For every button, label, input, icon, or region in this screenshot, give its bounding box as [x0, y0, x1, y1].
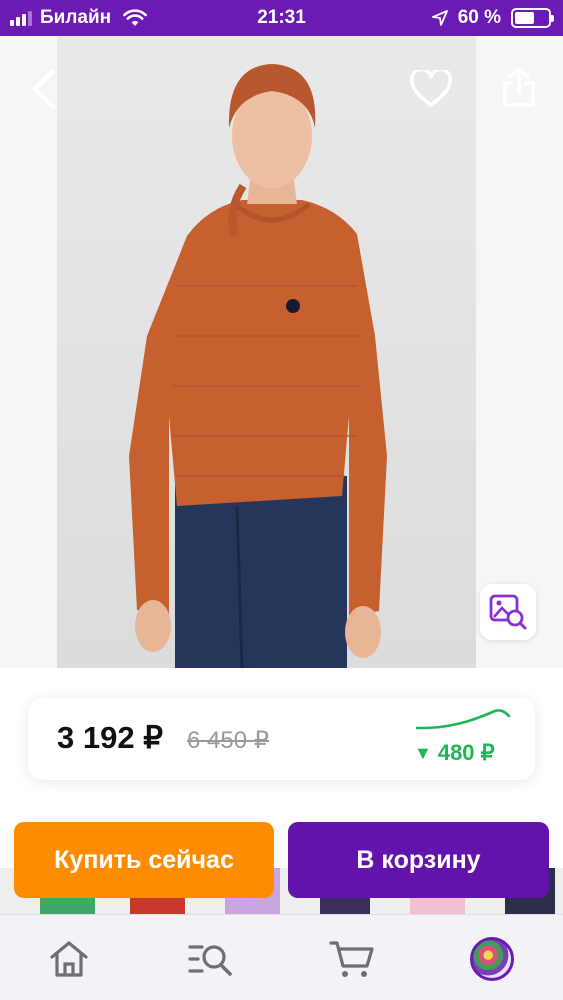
back-button[interactable]: [22, 64, 66, 114]
buy-now-button[interactable]: Купить сейчас: [14, 822, 274, 898]
share-button[interactable]: [494, 60, 544, 114]
add-to-cart-button[interactable]: В корзину: [288, 822, 549, 898]
visual-search-button[interactable]: [480, 584, 536, 640]
signal-icon: [10, 10, 32, 26]
price-drop-amount: 480 ₽: [437, 740, 495, 765]
status-right: 60 %: [431, 0, 554, 36]
battery-percent: 60 %: [457, 7, 501, 28]
price-drop: ▼ 480 ₽: [414, 740, 495, 766]
avatar: [470, 937, 514, 981]
old-price: 6 450 ₽: [187, 727, 269, 754]
gallery-next-peek: [476, 36, 563, 668]
share-icon: [503, 67, 535, 107]
heart-icon: [410, 70, 452, 107]
status-bar: Билайн 21:31 60 %: [0, 0, 563, 36]
back-chevron-icon: [32, 68, 56, 110]
product-photo[interactable]: [57, 36, 476, 668]
price-trend-sparkline: [415, 709, 511, 730]
wifi-icon: [123, 9, 148, 26]
product-gallery[interactable]: [0, 36, 563, 668]
current-price: 3 192 ₽: [57, 720, 163, 755]
status-left: Билайн: [10, 0, 148, 36]
carrier-name: Билайн: [40, 7, 112, 28]
tab-profile[interactable]: [468, 935, 516, 983]
location-arrow-icon: [431, 10, 448, 26]
tab-bar: [0, 914, 563, 1000]
tab-catalog[interactable]: [187, 935, 235, 983]
catalog-search-icon: [188, 945, 232, 976]
home-icon: [50, 941, 88, 977]
gallery-prev-peek: [0, 36, 57, 668]
battery-fill: [515, 12, 534, 24]
favorite-button[interactable]: [406, 64, 456, 114]
tab-home[interactable]: [45, 935, 93, 983]
cart-icon: [329, 941, 374, 977]
battery-icon: [511, 8, 554, 28]
price-card[interactable]: 3 192 ₽ 6 450 ₽ ▼ 480 ₽: [28, 698, 535, 780]
tab-cart[interactable]: [328, 935, 376, 983]
down-arrow-icon: ▼: [414, 742, 432, 763]
image-search-icon: [489, 594, 527, 630]
model-illustration: [129, 64, 387, 668]
